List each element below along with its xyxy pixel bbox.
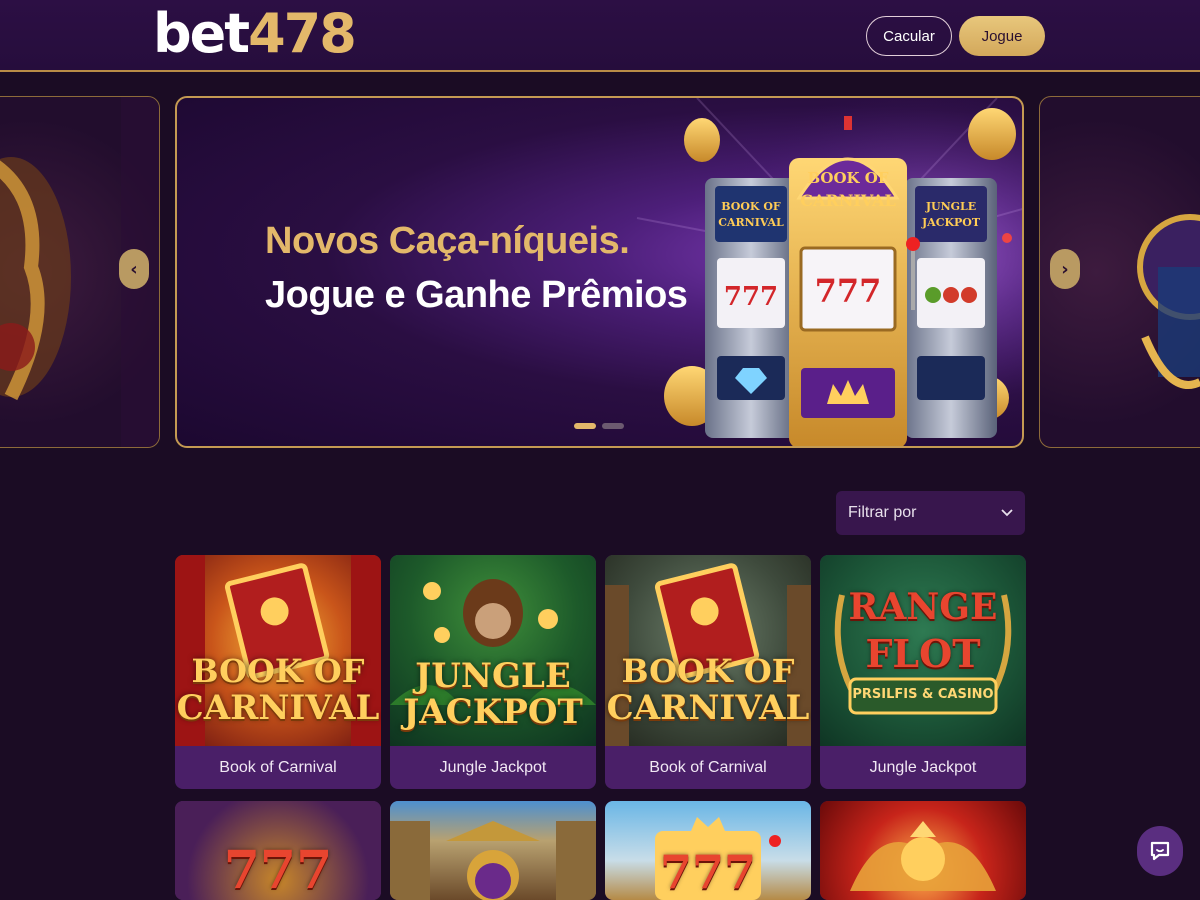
game-card[interactable]: RANGE FLOT PRSILFIS & CASINO Jungle Jack… (820, 555, 1026, 789)
game-card[interactable] (820, 801, 1026, 900)
carousel-dot-active[interactable] (574, 423, 596, 429)
logo-text-bet: bet (153, 2, 250, 65)
carousel-dot[interactable] (602, 423, 624, 429)
game-subtitle-art: PRSILFIS & CASINO (852, 687, 994, 702)
game-name: Book of Carnival (649, 758, 767, 776)
login-button[interactable]: Cacular (866, 16, 952, 56)
play-button[interactable]: Jogue (959, 16, 1045, 56)
chat-bubble-icon (1150, 841, 1170, 861)
svg-text:JACKPOT: JACKPOT (921, 216, 981, 229)
game-card[interactable]: JUNGLE JACKPOT Jungle Jackpot (390, 555, 596, 789)
phoenix-illustration (850, 821, 996, 891)
svg-text:777: 777 (724, 282, 778, 312)
site-header: bet 478 Cacular Jogue (0, 0, 1200, 72)
support-chat-button[interactable] (1137, 826, 1183, 876)
carousel-pagination (574, 423, 624, 429)
game-title-art: CARNIVAL (176, 688, 380, 728)
svg-text:CARNIVAL: CARNIVAL (718, 216, 784, 229)
game-title-art: JACKPOT (403, 692, 583, 732)
game-title-art: JUNGLE (415, 656, 571, 696)
game-thumbnail (820, 801, 1026, 900)
game-card[interactable]: BOOK OF CARNIVAL Book of Carnival (605, 555, 811, 789)
coin-icon (684, 118, 720, 162)
chevron-left-icon: ‹ (130, 258, 138, 280)
game-thumbnail: 777 (175, 801, 381, 900)
game-thumbnail: BOOK OF CARNIVAL (175, 555, 381, 746)
game-thumbnail: 777 (605, 801, 811, 900)
carousel-next-button[interactable]: › (1050, 249, 1080, 289)
game-title-art: RANGE (848, 586, 998, 628)
banner-title-line1: Novos Caça-níqueis. (265, 220, 630, 262)
slot-machine-right: JUNGLE JACKPOT (905, 178, 1012, 438)
game-thumbnail: JUNGLE JACKPOT (390, 555, 596, 746)
chevron-down-icon (1001, 509, 1013, 517)
svg-text:JUNGLE: JUNGLE (925, 200, 976, 213)
slot-machine-center: BOOK OF CARNIVAL 777 (789, 116, 920, 446)
game-thumbnail: RANGE FLOT PRSILFIS & CASINO (820, 555, 1026, 746)
game-name: Jungle Jackpot (439, 758, 547, 776)
game-card[interactable] (390, 801, 596, 900)
game-title-art: 777 (223, 840, 333, 900)
banner-background-art: BOOK OF CARNIVAL 777 JUNGLE JACKPOT BOOK (577, 98, 1022, 446)
game-name: Book of Carnival (219, 758, 337, 776)
logo-text-478: 478 (248, 2, 357, 65)
game-thumbnail: BOOK OF CARNIVAL (605, 555, 811, 746)
svg-text:BOOK OF: BOOK OF (721, 200, 781, 213)
game-title-art: CARNIVAL (606, 688, 810, 728)
hero-banner[interactable]: BOOK OF CARNIVAL 777 JUNGLE JACKPOT BOOK (175, 96, 1024, 448)
game-name: Jungle Jackpot (869, 758, 977, 776)
filter-label: Filtrar por (848, 504, 917, 521)
game-thumbnail (390, 801, 596, 900)
game-title-art: 777 (659, 845, 757, 899)
svg-text:CARNIVAL: CARNIVAL (800, 191, 895, 210)
filter-dropdown[interactable]: Filtrar por (836, 491, 1025, 535)
game-title-art: FLOT (865, 631, 981, 676)
coin-icon (968, 108, 1016, 160)
game-card[interactable]: 777 (175, 801, 381, 900)
temple-illustration (390, 821, 596, 900)
game-card[interactable]: BOOK OF CARNIVAL Book of Carnival (175, 555, 381, 789)
chevron-right-icon: › (1061, 258, 1069, 280)
carousel-prev-button[interactable]: ‹ (119, 249, 149, 289)
brand-logo[interactable]: bet 478 (153, 2, 357, 65)
game-card[interactable]: 777 (605, 801, 811, 900)
slot-machine-left: BOOK OF CARNIVAL 777 (705, 178, 797, 438)
game-title-art: BOOK OF (191, 652, 365, 690)
svg-text:777: 777 (815, 272, 882, 310)
banner-title-line2: Jogue e Ganhe Prêmios (265, 274, 688, 316)
svg-text:BOOK OF: BOOK OF (807, 169, 888, 187)
game-title-art: BOOK OF (621, 652, 795, 690)
